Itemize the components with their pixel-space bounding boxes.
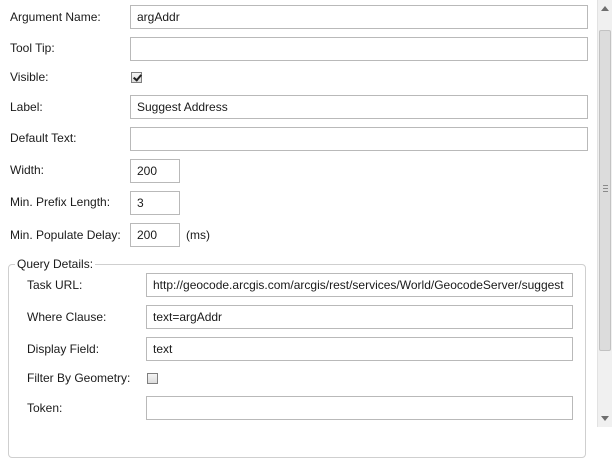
token-label: Token: xyxy=(27,401,63,415)
vertical-scrollbar[interactable] xyxy=(597,0,612,427)
query-details-content: Task URL: Where Clause: Display Field: F… xyxy=(0,0,597,427)
grip-line xyxy=(603,191,608,192)
scrollbar-thumb[interactable] xyxy=(599,30,611,351)
filter-by-geometry-label: Filter By Geometry: xyxy=(27,371,131,385)
argument-form: Argument Name: Tool Tip: Visible: Label:… xyxy=(0,0,597,458)
grip-line xyxy=(603,188,608,189)
display-field-input[interactable] xyxy=(146,337,573,361)
arrow-down-icon[interactable] xyxy=(601,416,609,421)
token-input[interactable] xyxy=(146,396,573,420)
where-clause-input[interactable] xyxy=(146,305,573,329)
where-clause-label: Where Clause: xyxy=(27,310,107,324)
display-field-label: Display Field: xyxy=(27,342,100,356)
filter-by-geometry-checkbox[interactable] xyxy=(147,373,158,384)
task-url-label: Task URL: xyxy=(27,278,83,292)
arrow-up-icon[interactable] xyxy=(601,6,609,11)
task-url-input[interactable] xyxy=(146,273,573,297)
grip-line xyxy=(603,185,608,186)
